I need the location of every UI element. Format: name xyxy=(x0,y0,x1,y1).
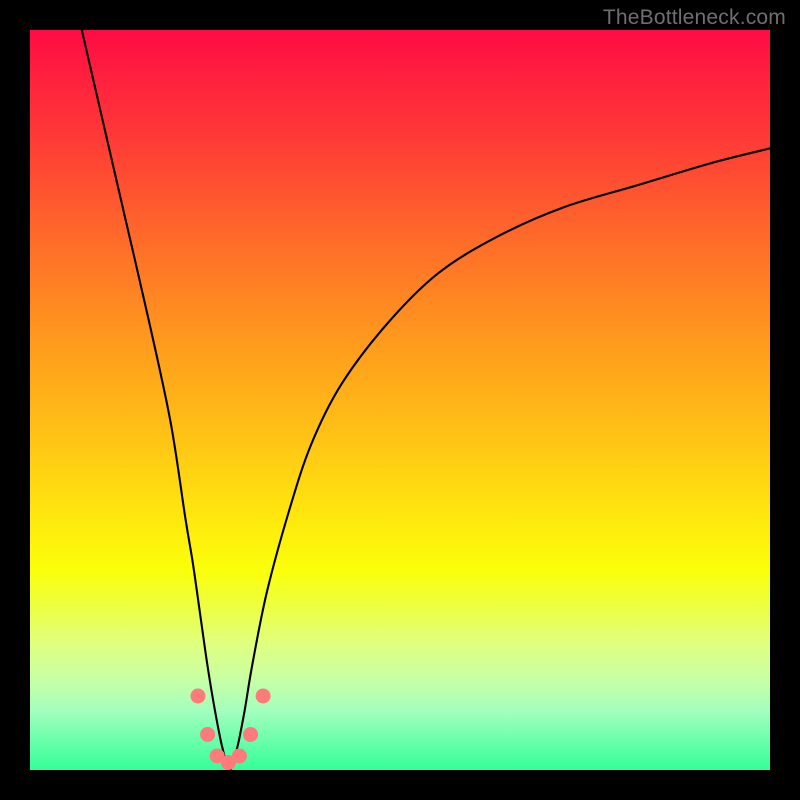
chart-plot-area xyxy=(30,30,770,770)
data-marker xyxy=(243,727,258,742)
chart-svg xyxy=(30,30,770,770)
bottleneck-curve xyxy=(82,30,770,770)
watermark-text: TheBottleneck.com xyxy=(603,6,786,30)
data-marker xyxy=(190,689,205,704)
data-marker xyxy=(256,689,271,704)
data-marker xyxy=(232,748,247,763)
data-marker xyxy=(200,727,215,742)
data-markers xyxy=(190,689,270,771)
